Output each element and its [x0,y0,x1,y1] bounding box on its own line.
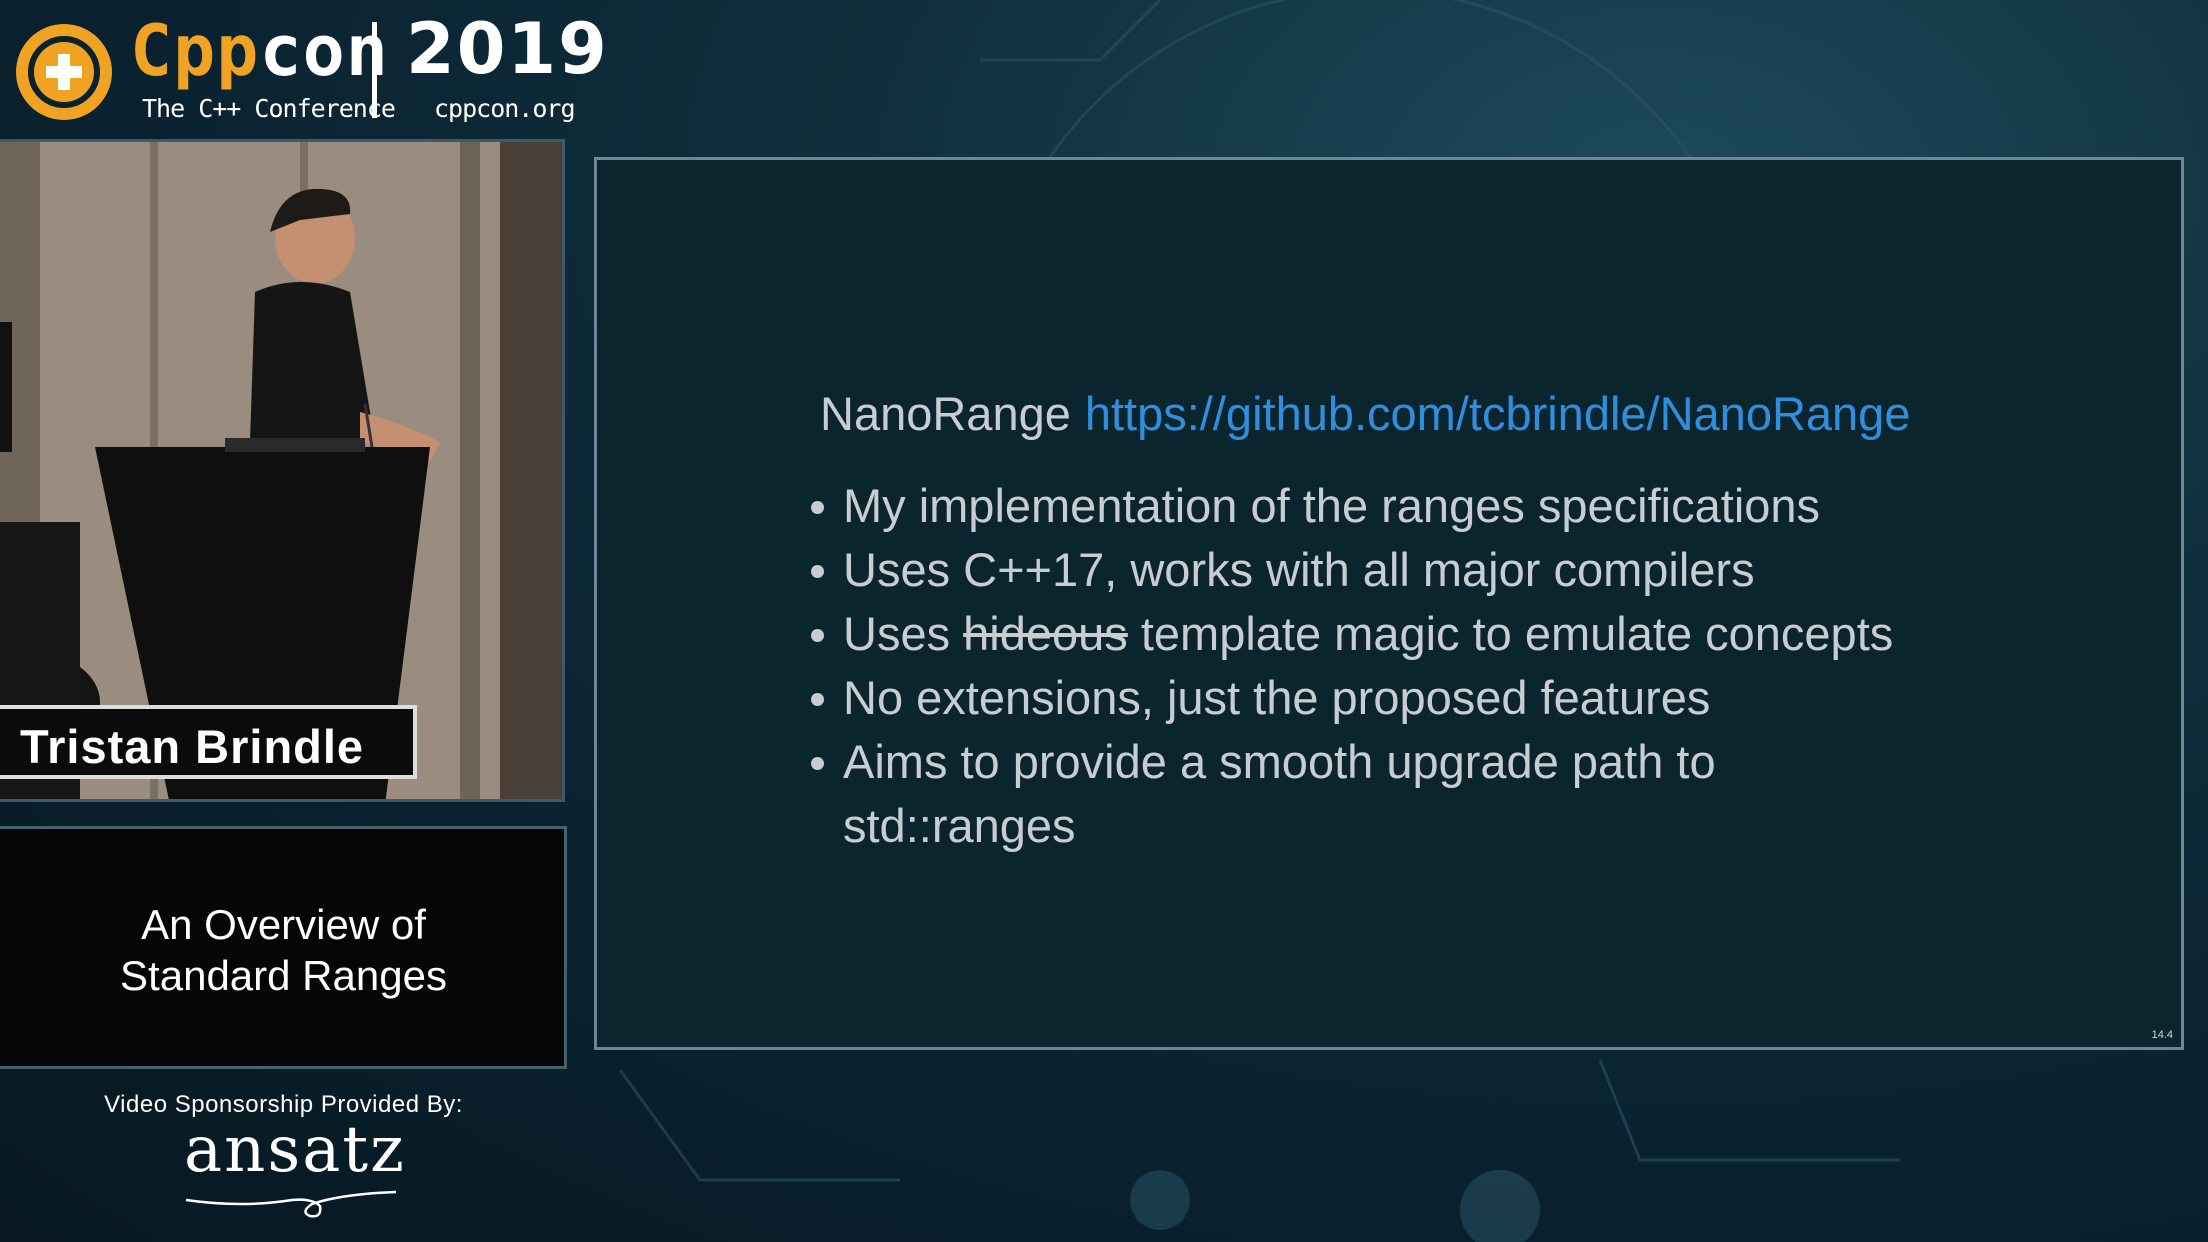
bullet-item: Uses hideous template magic to emulate c… [805,602,1893,666]
conference-year: 2019 [406,8,609,90]
bullet-item: No extensions, just the proposed feature… [805,666,1893,730]
slide-heading: NanoRange https://github.com/tcbrindle/Na… [820,386,1910,441]
cppcon-plus-icon [16,24,112,120]
struck-word: hideous [963,607,1128,660]
presentation-slide: NanoRange https://github.com/tcbrindle/Na… [594,157,2184,1050]
brand-wordmark: Cppcon [130,16,389,86]
talk-title-panel: An Overview of Standard Ranges [0,826,567,1069]
speaker-video-image [0,142,562,799]
site-url: cppcon.org [434,94,576,123]
slide-page-number: 14.4 [2151,1029,2173,1041]
speaker-video [0,139,565,802]
bullet-text: template magic to emulate concepts [1140,607,1894,660]
bullet-text-continued: std::ranges [843,799,1076,852]
bullet-item: Uses C++17, works with all major compile… [805,538,1893,602]
bullet-text: Uses [843,607,951,660]
speaker-name: Tristan Brindle [20,720,365,773]
bullet-item: My implementation of the ranges specific… [805,474,1893,538]
sponsor-logo: ansatz [184,1113,406,1187]
slide-bullet-list: My implementation of the ranges specific… [805,474,1893,858]
talk-title: An Overview of Standard Ranges [0,899,567,1001]
sponsor-swoosh-icon [185,1190,397,1218]
bullet-item: Aims to provide a smooth upgrade path to… [805,730,1893,858]
tagline: The C++ Conference [142,94,396,123]
logo-divider [372,22,377,118]
speaker-name-plate: Tristan Brindle [0,705,417,779]
brand-cpp: Cpp [130,10,260,92]
talk-title-line1: An Overview of [141,901,426,948]
nanorange-link[interactable]: https://github.com/tcbrindle/NanoRange [1085,387,1911,440]
brand-con: con [259,10,389,92]
cppcon-logo: Cppcon The C++ Conference 2019 cppcon.or… [14,14,607,126]
bullet-text: Aims to provide a smooth upgrade path to [843,735,1716,788]
talk-title-line2: Standard Ranges [120,952,447,999]
slide-heading-text: NanoRange [820,387,1071,440]
